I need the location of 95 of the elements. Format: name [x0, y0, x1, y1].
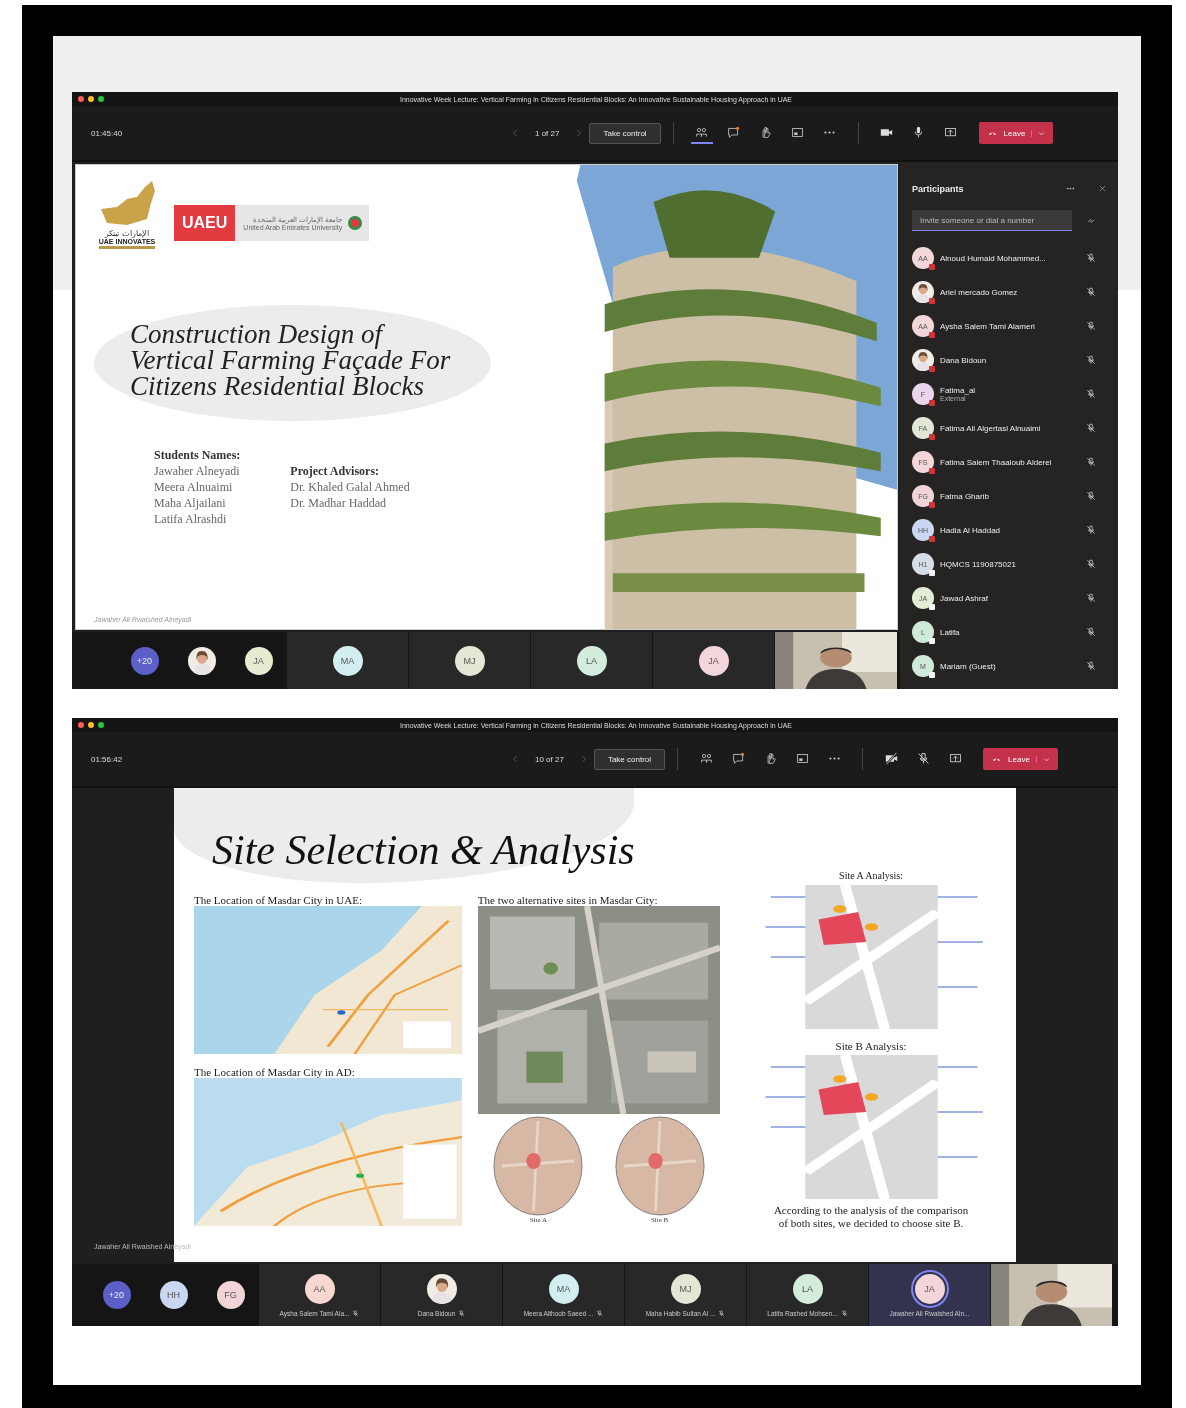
microphone-off-icon — [1086, 661, 1096, 671]
student-name: Latifa Alrashdi — [154, 511, 228, 527]
participant-name: Fatima_al — [940, 386, 977, 395]
microphone-off-icon — [916, 751, 930, 765]
participant-name: HQMCS 1190875021 — [940, 559, 1017, 569]
microphone-off-icon — [1086, 525, 1096, 535]
participant-avatar: HH — [159, 1281, 188, 1309]
share-tray-icon — [944, 125, 958, 139]
list-heading: Project Advisors: — [290, 463, 381, 479]
microphone-off-icon — [1086, 491, 1096, 501]
more-participants-badge[interactable]: +20 — [102, 1281, 131, 1309]
section-heading: Site A Analysis: — [839, 870, 903, 882]
call-timer: 01:45:40 — [91, 128, 124, 138]
participant-name: Hadia Al Haddad — [940, 525, 1002, 535]
participant-name: Dana Bidoun — [940, 355, 988, 365]
participant-name: Jawad Ashraf — [940, 593, 990, 603]
more-participants-badge[interactable]: +20 — [130, 646, 159, 675]
microphone-off-icon — [1086, 389, 1096, 399]
participant-name: Latifa — [940, 627, 961, 637]
conclusion-text: According to the analysis of the comparison of both sites, we decided to choose site B. — [773, 1204, 969, 1230]
logo-text: الإمارات تبتكر — [105, 229, 149, 238]
microphone-off-icon — [1086, 593, 1096, 603]
people-icon — [695, 125, 709, 139]
participant-name: Fatima Salem Thaaloub Alderei — [940, 457, 1053, 467]
participant-avatar: FG — [216, 1281, 245, 1309]
participant-avatar: LA — [792, 1273, 823, 1304]
participant-name: Fatma Gharib — [940, 491, 990, 501]
take-control-button[interactable]: Take control — [589, 122, 661, 144]
participant-name: Aysha Salem Tami Alameri — [940, 321, 1036, 331]
participant-avatar: LA — [576, 645, 607, 676]
zoom-button[interactable] — [98, 722, 104, 728]
chat-bubble-icon — [731, 751, 745, 765]
advisor-name: Dr. Khaled Galal Ahmed — [290, 479, 410, 495]
student-name: Meera Alnuaimi — [154, 479, 234, 495]
leave-button[interactable]: Leave — [983, 748, 1058, 770]
participant-avatar: JA — [698, 645, 729, 676]
window-icon — [795, 751, 809, 765]
people-icon — [699, 751, 713, 765]
slide-title: Site Selection & Analysis — [212, 826, 635, 874]
close-button[interactable] — [78, 722, 84, 728]
participant-row[interactable]: Ariel mercado Gomez — [912, 275, 1118, 309]
participant-avatar: MJ — [454, 645, 485, 676]
map-caption: The Location of Masdar City in AD: — [194, 1066, 356, 1078]
share-tray-icon — [948, 751, 962, 765]
zoom-button[interactable] — [98, 96, 104, 102]
take-control-button[interactable]: Take control — [593, 748, 666, 770]
panel-title: Participants — [912, 184, 965, 194]
microphone-off-icon — [1086, 253, 1096, 263]
student-name: Jawaher Alneyadi — [154, 463, 241, 479]
participant-avatar: JA — [914, 1273, 945, 1304]
slide-title: Construction Design of Vertical Farming Façade For Citizens Residential Blocks — [130, 321, 452, 399]
camera-off-icon — [884, 751, 898, 765]
close-icon — [1098, 184, 1106, 192]
chevron-right-icon — [579, 754, 588, 764]
microphone-off-icon — [1086, 321, 1096, 331]
call-timer: 01:56:42 — [91, 754, 124, 764]
minimize-button[interactable] — [88, 96, 94, 102]
caret-down-icon — [1042, 755, 1050, 763]
list-heading: Students Names: — [154, 447, 241, 463]
section-heading: Site B Analysis: — [835, 1040, 907, 1052]
participant-avatar: MJ — [670, 1273, 701, 1304]
logo-wordmark: UAEU — [174, 205, 236, 241]
minimize-button[interactable] — [88, 722, 94, 728]
microphone-off-icon — [1086, 627, 1096, 637]
chevron-left-icon — [511, 754, 519, 764]
slide-counter: 1 of 27 — [535, 128, 560, 138]
participant-avatar: AA — [304, 1273, 335, 1304]
microphone-off-icon — [1086, 559, 1096, 569]
participant-avatar: MA — [332, 645, 363, 676]
microphone-off-icon — [1086, 355, 1096, 365]
participant-name: Mariam (Guest) — [940, 661, 997, 671]
hand-icon — [759, 125, 773, 139]
map-caption: The Location of Masdar City in UAE: — [194, 894, 364, 906]
participant-name: Fatima Ali Algertasi Alnuaimi — [940, 423, 1042, 433]
map-caption: The two alternative sites in Masdar City: — [477, 894, 659, 906]
chevron-right-icon — [575, 128, 584, 138]
invite-field[interactable]: Invite someone or dial a number — [912, 210, 1072, 231]
participant-name: Alnoud Humaid Mohammed... — [940, 253, 1047, 263]
caret-down-icon — [1038, 129, 1046, 137]
microphone-off-icon — [1086, 423, 1096, 433]
microphone-off-icon — [1086, 287, 1096, 297]
emblem-icon — [347, 215, 364, 231]
advisor-name: Dr. Madhar Haddad — [290, 495, 387, 511]
participant-avatar: MA — [548, 1273, 579, 1304]
close-button[interactable] — [78, 96, 84, 102]
participant-avatar: JA — [244, 646, 273, 675]
participant-row[interactable]: Dana Bidoun — [912, 343, 1118, 377]
student-name: Maha Aljailani — [154, 495, 227, 511]
microphone-off-icon — [1086, 457, 1096, 467]
chat-bubble-icon — [727, 125, 741, 139]
leave-button[interactable]: Leave — [978, 122, 1054, 144]
window-icon — [791, 125, 805, 139]
chevron-left-icon — [511, 128, 519, 138]
slide-counter: 10 of 27 — [535, 754, 564, 764]
participant-name: Ariel mercado Gomez — [940, 287, 1019, 297]
